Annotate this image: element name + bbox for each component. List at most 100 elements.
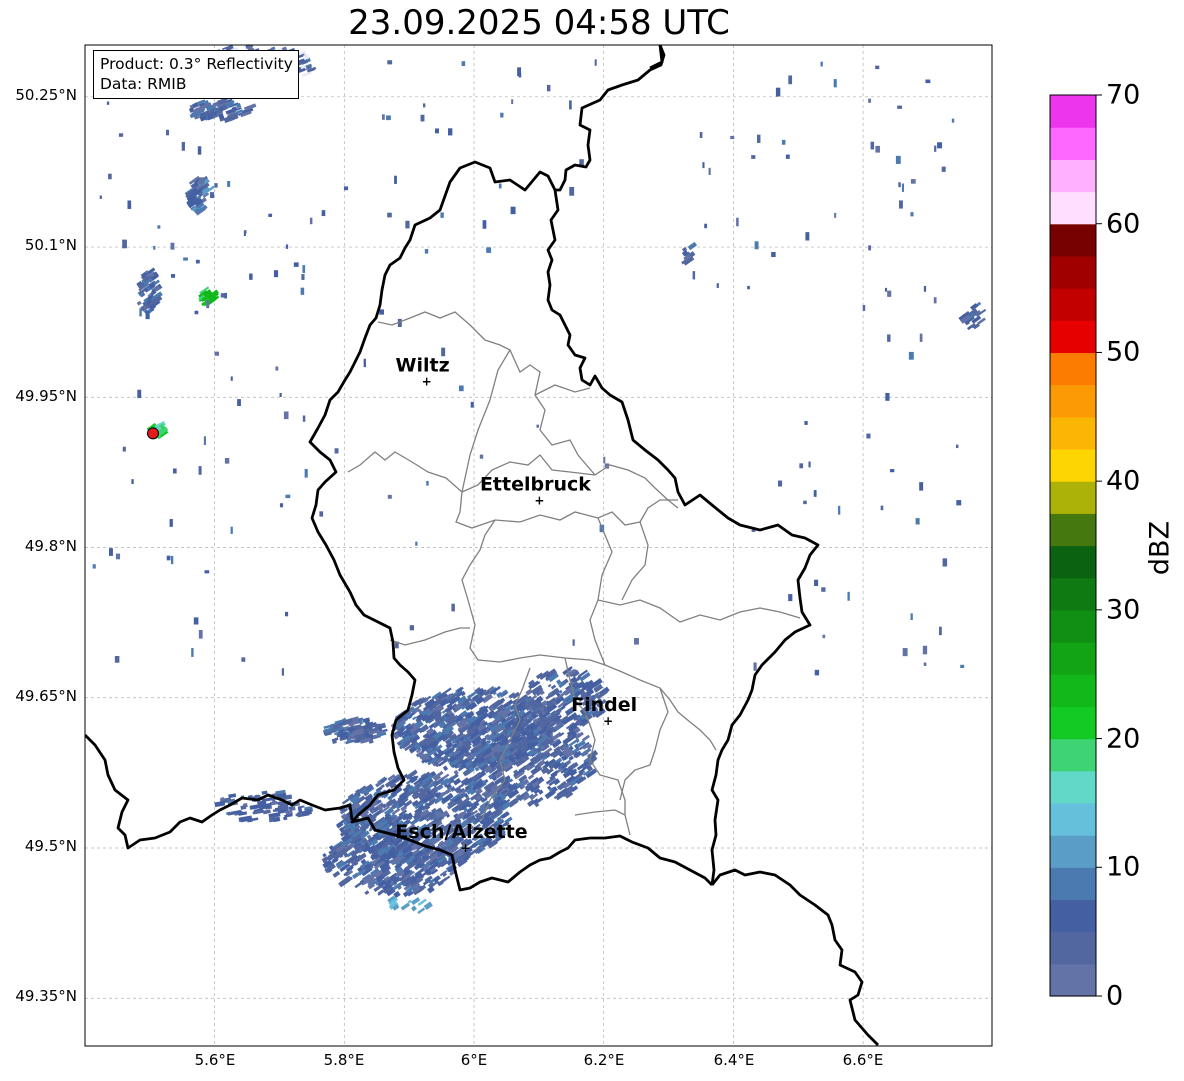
echo-cell: [131, 479, 134, 485]
product-label: Product: 0.3° Reflectivity: [100, 55, 293, 73]
echo-cell: [919, 333, 923, 342]
lon-label: 5.6°E: [194, 1051, 236, 1069]
lon-label: 6.6°E: [842, 1051, 884, 1069]
echo-cell: [170, 242, 175, 250]
echo-cell: [546, 84, 551, 92]
lat-label: 49.5°N: [24, 837, 77, 855]
echo-cell: [910, 212, 914, 217]
echo-cell: [820, 61, 823, 67]
echo-cell: [486, 247, 492, 253]
echo-cell: [206, 299, 210, 309]
info-box: Product: 0.3° Reflectivity Data: RMIB: [93, 50, 299, 99]
echo-cell: [908, 351, 914, 360]
colorbar-segment: [1050, 320, 1096, 354]
echo-cell: [127, 200, 132, 209]
colorbar-tick-label: 20: [1106, 723, 1141, 755]
echo-cell: [910, 613, 913, 620]
echo-cell: [198, 630, 203, 639]
echo-cell: [214, 183, 218, 188]
echo-cell: [547, 683, 552, 688]
map-frame: [84, 44, 993, 1047]
echo-cell: [901, 183, 905, 192]
echo-cell: [781, 139, 786, 145]
echo-cell: [569, 186, 575, 196]
echo-cell: [634, 638, 639, 645]
echo-cell: [785, 154, 790, 159]
city-marker: +: [422, 374, 432, 388]
echo-cell: [281, 668, 285, 676]
echo-cell: [379, 309, 384, 315]
echo-cell: [902, 648, 908, 657]
echo-cell: [884, 287, 888, 292]
echo-cell: [230, 526, 233, 534]
colorbar-segment: [1050, 127, 1096, 160]
echo-cell: [400, 902, 411, 911]
echo-cell: [933, 297, 937, 304]
echo-cell: [268, 213, 273, 217]
echo-cell: [550, 684, 557, 690]
echo-cell: [224, 457, 230, 464]
echo-cell: [319, 511, 324, 517]
echo-cell: [195, 259, 200, 264]
echo-cell: [753, 662, 757, 671]
echo-cell: [960, 664, 965, 669]
echo-cell: [210, 192, 215, 199]
echo-cell: [572, 639, 575, 646]
echo-cell: [405, 220, 410, 229]
echo-cell: [92, 564, 96, 569]
echo-cell: [704, 223, 708, 229]
echo-cell: [919, 482, 924, 491]
colorbar-segment: [1050, 609, 1096, 643]
echo-cell: [204, 570, 210, 574]
lat-label: 49.35°N: [15, 987, 77, 1005]
echo-cell: [525, 688, 533, 696]
echo-cell: [808, 461, 811, 468]
echo-cell: [875, 65, 880, 70]
echo-cell: [716, 283, 719, 289]
colorbar-segment: [1050, 835, 1096, 868]
echo-cell: [594, 59, 597, 66]
echo-cell: [482, 220, 487, 229]
echo-cell: [847, 591, 850, 601]
echo-cell: [925, 79, 931, 84]
city-label: Esch/Alzette: [395, 821, 527, 843]
colorbar-segment: [1050, 577, 1096, 611]
echo-cell: [136, 300, 142, 306]
radar-map: +Wiltz+Ettelbruck+Findel+Esch/Alzette: [84, 44, 1102, 1047]
echo-cell: [898, 182, 901, 188]
echo-cell: [747, 285, 750, 290]
echo-cell: [448, 128, 453, 136]
echo-cell: [149, 304, 154, 308]
echo-cell: [875, 145, 880, 153]
colorbar-segment: [1050, 288, 1096, 321]
echo-cell: [271, 798, 276, 803]
colorbar-segment: [1050, 191, 1096, 225]
echo-cell: [934, 145, 937, 152]
colorbar-segment: [1050, 931, 1096, 965]
echo-cell: [440, 212, 444, 218]
echo-cell: [166, 555, 171, 561]
echo-cell: [424, 249, 429, 254]
colorbar-tick-label: 30: [1106, 594, 1141, 626]
echo-cell: [775, 87, 781, 97]
echo-cell: [321, 210, 326, 217]
echo-cell: [114, 655, 120, 663]
echo-cell: [887, 334, 891, 342]
echo-cell: [240, 805, 247, 810]
echo-cell: [139, 308, 142, 317]
lat-label: 50.25°N: [15, 86, 77, 104]
echo-cell: [417, 907, 426, 914]
echo-cell: [386, 115, 391, 121]
colorbar-tick-label: 60: [1106, 208, 1141, 240]
echo-cell: [757, 134, 761, 143]
echo-cell: [813, 490, 817, 497]
echo-cell: [517, 67, 522, 77]
echo-cell: [442, 875, 451, 883]
echo-cell: [387, 212, 392, 218]
echo-cell: [461, 61, 466, 67]
echo-cell: [302, 265, 306, 273]
echo-cell: [241, 657, 246, 662]
lon-label: 5.8°E: [323, 1051, 365, 1069]
echo-cell: [885, 392, 890, 401]
echo-cell: [923, 662, 927, 666]
